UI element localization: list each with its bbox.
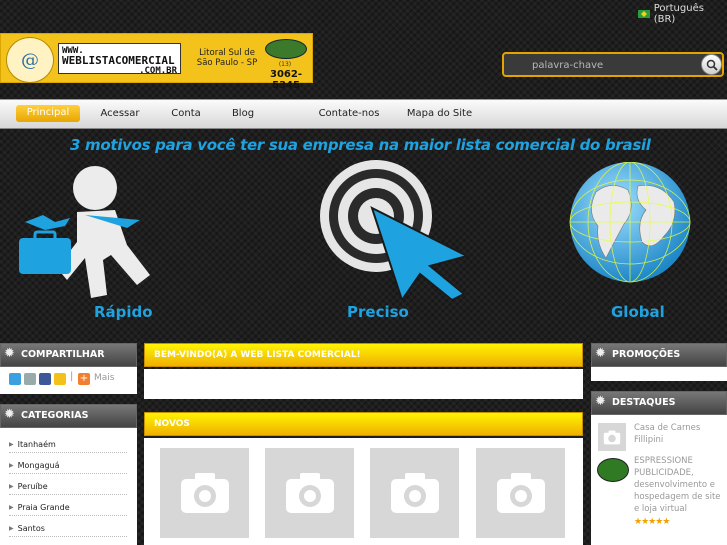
running-man-illustration [19,166,150,298]
search-button[interactable] [701,54,722,75]
new-item-thumbnail[interactable] [160,448,249,538]
camera-icon [390,473,439,513]
promotions-header: ✹ PROMOÇÕES [591,343,727,367]
site-logo: WWW. WEBLISTACOMERCIAL .COM.BR [58,43,181,76]
new-item-caption[interactable] [160,540,249,545]
camera-icon [180,473,229,513]
star-icon: ✹ [4,407,15,422]
plus-icon[interactable]: + [78,373,90,385]
nav-item-contate-nos[interactable]: Contate-nos [314,106,384,126]
facebook-icon[interactable] [39,373,51,385]
nav-item-principal[interactable]: Principal [16,105,80,122]
featured-thumbnail[interactable] [598,423,626,451]
globe-illustration [569,162,691,283]
language-label: Português (BR) [653,3,704,25]
brazil-flag-icon [638,10,650,18]
nav-item-mapa-do-site[interactable]: Mapa do Site [402,106,477,126]
share-more-link[interactable]: Mais [94,373,114,383]
star-rating-icon: ★ [662,517,670,527]
favorites-icon[interactable] [54,373,66,385]
phone-number: 3062-5345 [270,69,302,91]
phone-area-code: (13) [278,61,292,68]
category-item[interactable]: ▶ Praia Grande [9,499,127,516]
category-item[interactable]: ▶ Peruíbe [9,478,127,495]
star-icon: ✹ [595,394,606,409]
hero-label-global: Global [611,303,665,321]
hero-label-rapido: Rápido [94,303,153,321]
email-icon[interactable] [24,373,36,385]
bullet-icon: ▶ [9,482,14,490]
region-text: Litoral Sul de São Paulo - SP [196,48,258,68]
hero-label-preciso: Preciso [347,303,409,321]
camera-icon [496,473,545,513]
site-banner[interactable]: @ WWW. WEBLISTACOMERCIAL .COM.BR Litoral… [0,33,313,91]
categories-header: ✹ CATEGORIAS [0,404,137,428]
bullet-icon: ▶ [9,440,14,448]
new-item-caption[interactable] [265,540,354,545]
cursor-target-illustration [320,160,470,300]
new-item-thumbnail[interactable] [370,448,459,538]
bullet-icon: ▶ [9,524,14,532]
bullet-icon: ▶ [9,461,14,469]
logo-seal: @ [6,37,54,83]
featured-header: ✹ DESTAQUES [591,391,727,415]
logo-line2: WEBLISTACOMERCIAL [62,54,175,67]
star-icon: ✹ [4,346,15,361]
partner-badge-icon [265,39,307,59]
logo-line3: .COM.BR [139,66,177,76]
share-box: | + Mais [0,367,137,394]
camera-icon [285,473,334,513]
bullet-icon: ▶ [9,503,14,511]
welcome-box [144,369,583,399]
share-header: ✹ COMPARTILHAR [0,343,137,367]
star-icon: ✹ [595,346,606,361]
welcome-header: BEM-VINDO(A) A WEB LISTA COMERCIAL! [144,343,583,367]
featured-logo[interactable] [597,458,629,482]
new-item-thumbnail[interactable] [476,448,565,538]
category-item[interactable]: ▶ Itanhaém [9,436,127,453]
search-input[interactable] [532,58,692,72]
new-item-thumbnail[interactable] [265,448,354,538]
nav-item-conta[interactable]: Conta [165,106,207,126]
rating-stars: ★★★★★ [634,517,670,527]
category-item[interactable]: ▶ Santos [9,520,127,537]
featured-item-link[interactable]: Casa de Carnes Fillipini [634,422,722,446]
category-item[interactable]: ▶ Mongaguá [9,457,127,474]
twitter-icon[interactable] [9,373,21,385]
new-header: NOVOS [144,412,583,436]
hero-title: 3 motivos para você ter sua empresa na m… [70,136,651,154]
nav-item-acessar[interactable]: Acessar [95,106,145,126]
share-divider: | [70,371,74,382]
camera-icon [603,430,621,444]
language-selector[interactable]: Português (BR) [638,3,727,25]
new-item-caption[interactable] [370,540,459,545]
promotions-box [591,367,727,381]
featured-item-link[interactable]: ESPRESSIONE PUBLICIDADE, desenvolvimento… [634,455,724,515]
nav-item-blog[interactable]: Blog [225,106,261,126]
new-item-caption[interactable] [476,540,565,545]
search-icon [706,59,718,71]
